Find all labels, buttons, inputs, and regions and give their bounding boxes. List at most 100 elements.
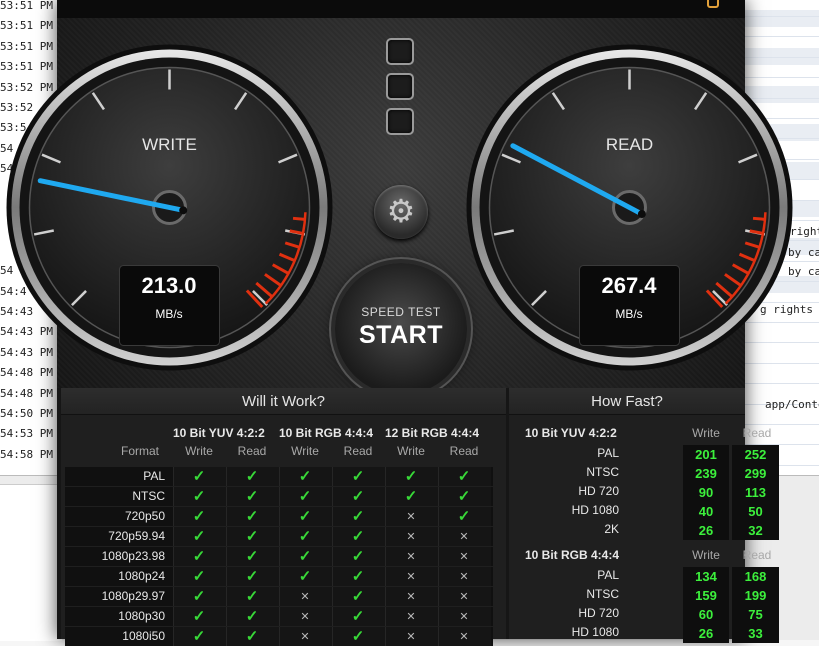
check-icon: ✓ [192,508,206,525]
format-name: 1080p29.97 [101,589,165,603]
cross-icon: ✕ [406,531,416,543]
check-icon: ✓ [298,528,312,545]
speed-format-name: HD 1080 [571,625,619,639]
cross-icon: ✕ [406,631,416,643]
check-icon: ✓ [192,528,206,545]
check-icon: ✓ [298,508,312,525]
settings-button[interactable]: ⚙ [374,185,428,239]
check-icon: ✓ [404,468,418,485]
how-fast-panel: How Fast? 10 Bit YUV 4:2:2 Write Read PAL 20… [509,388,779,643]
check-icon: ✓ [192,588,206,605]
write-speed-cell: 201 [683,445,729,464]
check-icon: ✓ [351,588,365,605]
check-icon: ✓ [404,488,418,505]
window-titlebar[interactable] [57,0,745,18]
log-divider [740,16,819,17]
check-icon: ✓ [192,628,206,645]
format-name: 1080p23.98 [101,549,165,563]
cross-icon: ✕ [406,571,416,583]
check-icon: ✓ [245,508,259,525]
write-speed-cell: 26 [683,521,729,540]
gear-icon: ⚙ [386,193,416,229]
log-divider [740,36,819,38]
gauge-needle-base [179,206,188,215]
start-button-caption: SPEED TEST [361,305,441,319]
log-time: 54:53 PM [0,427,53,441]
cross-icon: ✕ [300,631,310,643]
read-speed-cell: 199 [732,586,779,605]
check-icon: ✓ [192,548,206,565]
log-time: 54:58 PM [0,447,53,461]
speed-format-name: NTSC [586,465,619,479]
mode-column-header: Write [185,444,213,458]
mode-column-header: Write [397,444,425,458]
cross-icon: ✕ [459,531,469,543]
check-icon: ✓ [192,488,206,505]
check-icon: ✓ [351,468,365,485]
speed-format-name: HD 720 [578,606,619,620]
check-icon: ✓ [245,608,259,625]
read-gauge [466,44,793,371]
check-icon: ✓ [245,488,259,505]
write-gauge-label: WRITE [142,135,197,154]
log-text-fragment: app/Contents [765,398,819,411]
write-speed-cell: 40 [683,502,729,521]
cross-icon: ✕ [459,591,469,603]
cross-icon: ✕ [406,551,416,563]
format-group-header: 10 Bit YUV 4:2:2 [173,426,265,440]
log-row-shade [740,10,819,27]
lock-icon[interactable] [707,0,719,8]
read-speed-cell: 113 [732,483,779,502]
read-gauge-label: READ [605,135,654,154]
check-icon: ✓ [457,508,471,525]
write-speed-cell: 134 [683,567,729,586]
write-column-header: Write [692,548,720,562]
read-speed-cell: 299 [732,464,779,483]
write-speed-cell: 159 [683,586,729,605]
mode-column-header: Write [291,444,319,458]
cross-icon: ✕ [459,631,469,643]
read-speed-cell: 32 [732,521,779,540]
check-icon: ✓ [298,468,312,485]
read-speed-value: 267.4 [601,273,657,298]
speed-section-header: 10 Bit RGB 4:4:4 [525,548,620,562]
speed-format-name: 2K [604,522,619,536]
check-icon: ✓ [245,468,259,485]
format-name: 720p50 [124,509,165,523]
mode-column-header: Read [237,444,267,458]
write-gauge [6,44,333,371]
cross-icon: ✕ [406,511,416,523]
gauge-dashboard: WRITE READ 213.0 MB/s 267.4 MB/s ⚙ SPEED… [6,18,793,395]
start-button[interactable]: SPEED TEST START [335,263,467,395]
write-speed-cell: 60 [683,605,729,624]
disk-speed-test-window: WRITE READ 213.0 MB/s 267.4 MB/s ⚙ SPEED… [6,0,793,646]
cross-icon: ✕ [459,551,469,563]
check-icon: ✓ [298,568,312,585]
check-icon: ✓ [351,628,365,645]
check-icon: ✓ [192,468,206,485]
check-icon: ✓ [457,488,471,505]
speed-format-name: HD 1080 [571,503,619,517]
check-icon: ✓ [351,508,365,525]
format-name: PAL [143,469,165,483]
log-time: 53:51 PM [0,19,53,33]
background-pane [0,484,62,641]
check-icon: ✓ [298,488,312,505]
check-icon: ✓ [245,528,259,545]
gauge-needle-base [637,210,646,219]
log-time: 54:50 PM [0,407,53,420]
read-speed-cell: 33 [732,624,779,643]
gauge-redzone-tick [752,216,766,221]
format-name: 720p59.94 [108,529,165,543]
speed-format-name: PAL [597,568,619,582]
write-speed-cell: 239 [683,464,729,483]
cross-icon: ✕ [459,611,469,623]
write-speed-cell: 26 [683,624,729,643]
read-column-header: Read [742,426,772,440]
mode-column-header: Read [343,444,373,458]
start-button-label: START [359,321,443,349]
speed-section-header: 10 Bit YUV 4:2:2 [525,426,617,440]
speed-format-name: NTSC [586,587,619,601]
check-icon: ✓ [351,488,365,505]
log-divider [740,424,819,425]
